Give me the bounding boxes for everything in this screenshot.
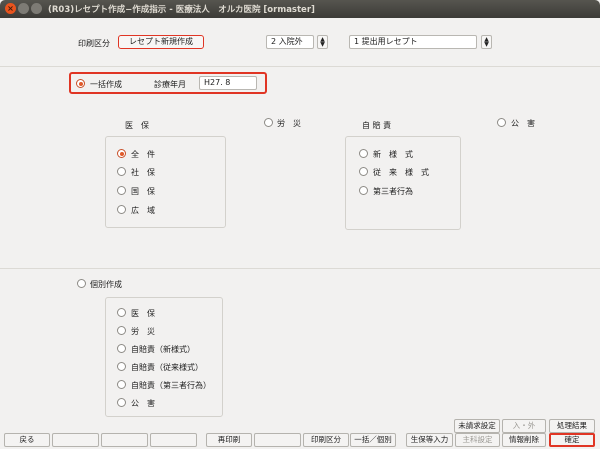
seiho-input-button[interactable]: 生保等入力	[406, 433, 453, 447]
iho-radio-kokuho[interactable]	[117, 186, 126, 195]
kobetsu-radio-iho[interactable]	[117, 308, 126, 317]
kobetsu-radio-jibai-juurai[interactable]	[117, 362, 126, 371]
rousai-label: 労 災	[277, 119, 301, 128]
jibaiseki-option-shin: 新 様 式	[373, 150, 413, 159]
minimize-window-icon[interactable]	[18, 3, 29, 14]
ikkatsu-kobetsu-button[interactable]: 一括／個別	[350, 433, 396, 447]
jibaiseki-radio-shin[interactable]	[359, 149, 368, 158]
nyuingai-spinner[interactable]: ▲ ▼	[317, 35, 328, 49]
separator	[0, 268, 600, 269]
function-key-6[interactable]	[254, 433, 301, 447]
reprint-button[interactable]: 再印刷	[206, 433, 252, 447]
kakutei-button[interactable]: 確定	[549, 433, 595, 447]
kobetsu-radio-jibai-shin[interactable]	[117, 344, 126, 353]
function-key-4[interactable]	[150, 433, 197, 447]
teishutsu-select[interactable]: 1 提出用レセプト	[349, 35, 477, 49]
kobetsu-option-jibai-juurai: 自賠責（従来様式）	[131, 363, 203, 372]
nyugai-button[interactable]: 入・外	[502, 419, 546, 433]
shinryo-input[interactable]: H27. 8	[199, 76, 257, 90]
maximize-window-icon[interactable]	[31, 3, 42, 14]
kobetsu-option-kougai: 公 害	[131, 399, 155, 408]
teishutsu-spinner[interactable]: ▲ ▼	[481, 35, 492, 49]
iho-option-zenken: 全 件	[131, 150, 155, 159]
iho-radio-shaho[interactable]	[117, 167, 126, 176]
jibaiseki-radio-daisansha[interactable]	[359, 186, 368, 195]
rousai-radio[interactable]	[264, 118, 273, 127]
function-key-2[interactable]	[52, 433, 99, 447]
iho-radio-zenken[interactable]	[117, 149, 126, 158]
kobetsu-option-jibai-shin: 自賠責（新様式）	[131, 345, 195, 354]
print-kubun-button[interactable]: レセプト新規作成	[118, 35, 204, 49]
separator	[0, 66, 600, 67]
shuka-settei-button[interactable]: 主科設定	[455, 433, 500, 447]
kobetsu-radio[interactable]	[77, 279, 86, 288]
print-kubun-label: 印刷区分	[78, 39, 110, 48]
jibaiseki-label: 自 賠 責	[362, 121, 392, 130]
iho-option-kouiki: 広 域	[131, 206, 155, 215]
jibaiseki-option-daisansha: 第三者行為	[373, 187, 413, 196]
shinryo-label: 診療年月	[154, 80, 186, 89]
print-kubun-footer-button[interactable]: 印刷区分	[303, 433, 349, 447]
close-window-icon[interactable]: ×	[5, 3, 16, 14]
window-title: (R03)レセプト作成−作成指示 - 医療法人 オルカ医院 [ormaster]	[48, 5, 315, 15]
nyuingai-select[interactable]: 2 入院外	[266, 35, 314, 49]
shori-kekka-button[interactable]: 処理結果	[549, 419, 595, 433]
miseikyu-settei-button[interactable]: 未請求設定	[454, 419, 500, 433]
ikkatsu-label: 一括作成	[90, 80, 122, 89]
iho-radio-kouiki[interactable]	[117, 205, 126, 214]
function-key-3[interactable]	[101, 433, 148, 447]
kobetsu-label: 個別作成	[90, 280, 122, 289]
jibaiseki-radio-juurai[interactable]	[359, 167, 368, 176]
back-button[interactable]: 戻る	[4, 433, 50, 447]
kobetsu-option-rousai: 労 災	[131, 327, 155, 336]
joho-sakujo-button[interactable]: 情報削除	[502, 433, 546, 447]
ikkatsu-radio[interactable]	[76, 79, 85, 88]
kougai-label: 公 害	[511, 119, 535, 128]
jibaiseki-option-juurai: 従 来 様 式	[373, 168, 429, 177]
iho-option-shaho: 社 保	[131, 168, 155, 177]
title-bar: × (R03)レセプト作成−作成指示 - 医療法人 オルカ医院 [ormaste…	[0, 0, 600, 18]
kobetsu-radio-rousai[interactable]	[117, 326, 126, 335]
iho-option-kokuho: 国 保	[131, 187, 155, 196]
kobetsu-option-jibai-daisansha: 自賠責（第三者行為）	[131, 381, 211, 390]
kobetsu-option-iho: 医 保	[131, 309, 155, 318]
kobetsu-radio-jibai-daisansha[interactable]	[117, 380, 126, 389]
iho-label: 医 保	[125, 121, 149, 130]
kougai-radio[interactable]	[497, 118, 506, 127]
kobetsu-radio-kougai[interactable]	[117, 398, 126, 407]
